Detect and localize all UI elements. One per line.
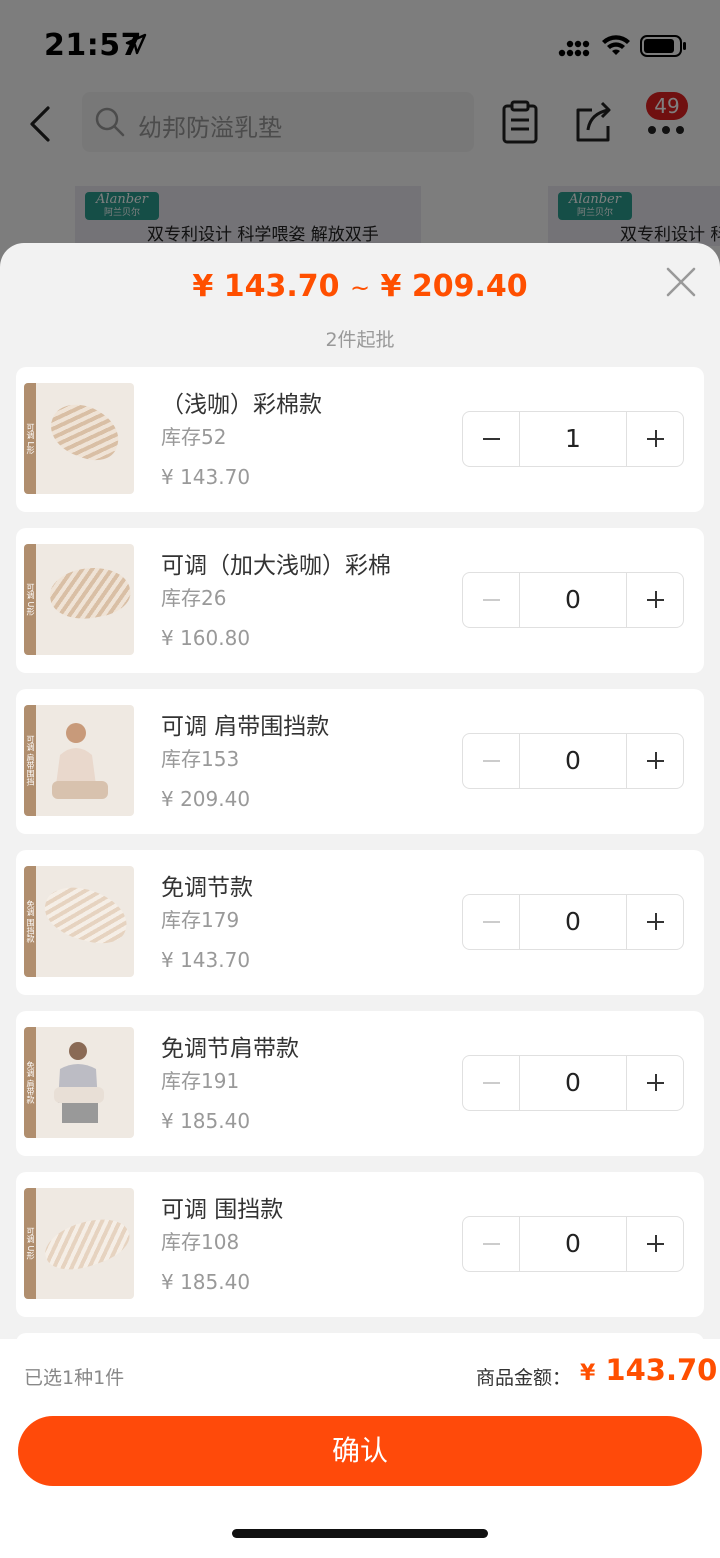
sku-price: ¥ 143.70 <box>161 465 251 489</box>
quantity-value[interactable]: 1 <box>520 412 626 466</box>
sku-stock: 库存179 <box>161 908 240 932</box>
quantity-value[interactable]: 0 <box>520 734 626 788</box>
increment-button[interactable] <box>626 412 683 466</box>
confirm-button[interactable]: 确认 <box>18 1416 702 1486</box>
sku-price: ¥ 160.80 <box>161 626 251 650</box>
increment-button[interactable] <box>626 1056 683 1110</box>
price-range: ¥ 143.70 ~ ¥ 209.40 <box>0 269 720 304</box>
sku-name: （浅咖）彩棉款 <box>161 392 322 418</box>
selected-summary: 已选1种1件 <box>24 1367 125 1389</box>
sku-price: ¥ 185.40 <box>161 1270 251 1294</box>
price-min: ¥ 143.70 <box>192 269 340 304</box>
quantity-stepper: 0 <box>462 733 684 789</box>
sku-card: 可调 肩带围挡 可调 肩带围挡款 库存153 ¥ 209.40 0 <box>16 689 704 834</box>
quantity-stepper: 0 <box>462 1055 684 1111</box>
sku-card: 免调 肩带款 免调节肩带款 库存191 ¥ 185.40 0 <box>16 1011 704 1156</box>
decrement-button[interactable] <box>463 1217 520 1271</box>
sheet-footer: 已选1种1件 商品金额： ¥ 143.70 确认 <box>0 1339 720 1558</box>
sku-image: 可调 肩带围挡 <box>24 705 134 816</box>
increment-button[interactable] <box>626 734 683 788</box>
price-separator: ~ <box>349 274 371 302</box>
quantity-stepper: 0 <box>462 572 684 628</box>
decrement-button[interactable] <box>463 573 520 627</box>
minimum-order: 2件起批 <box>325 329 395 351</box>
sku-stock: 库存108 <box>161 1230 240 1254</box>
sku-price: ¥ 143.70 <box>161 948 251 972</box>
price-max: ¥ 209.40 <box>380 269 528 304</box>
increment-button[interactable] <box>626 573 683 627</box>
quantity-value[interactable]: 0 <box>520 1217 626 1271</box>
sheet-header: ¥ 143.70 ~ ¥ 209.40 2件起批 <box>0 243 720 363</box>
quantity-value[interactable]: 0 <box>520 573 626 627</box>
decrement-button[interactable] <box>463 895 520 949</box>
increment-button[interactable] <box>626 1217 683 1271</box>
quantity-value[interactable]: 0 <box>520 1056 626 1110</box>
sku-name: 可调（加大浅咖）彩棉 <box>161 553 391 579</box>
quantity-stepper: 0 <box>462 1216 684 1272</box>
sku-name: 可调 围挡款 <box>161 1197 284 1223</box>
close-icon[interactable] <box>664 265 698 299</box>
sku-price: ¥ 185.40 <box>161 1109 251 1133</box>
sku-card: 可调 U形 可调（加大浅咖）彩棉 库存26 ¥ 160.80 0 <box>16 528 704 673</box>
sku-image: 免调 围挡款 <box>24 866 134 977</box>
quantity-stepper: 1 <box>462 411 684 467</box>
sku-image: 免调 肩带款 <box>24 1027 134 1138</box>
decrement-button[interactable] <box>463 1056 520 1110</box>
decrement-button[interactable] <box>463 734 520 788</box>
total-label: 商品金额： <box>476 1367 572 1389</box>
decrement-button[interactable] <box>463 412 520 466</box>
sku-image: 可调 U形 <box>24 1188 134 1299</box>
total-amount: ¥ 143.70 <box>580 1353 718 1387</box>
sku-name: 可调 肩带围挡款 <box>161 714 330 740</box>
sku-image: 可调 L形 <box>24 383 134 494</box>
increment-button[interactable] <box>626 895 683 949</box>
sku-name: 免调节肩带款 <box>161 1036 299 1062</box>
quantity-value[interactable]: 0 <box>520 895 626 949</box>
sku-name: 免调节款 <box>161 875 253 901</box>
sku-selector-sheet: ¥ 143.70 ~ ¥ 209.40 2件起批 可调 L形 （浅咖）彩棉款 库… <box>0 243 720 1558</box>
sku-image: 可调 U形 <box>24 544 134 655</box>
sku-card: 免调 围挡款 免调节款 库存179 ¥ 143.70 0 <box>16 850 704 995</box>
sku-price: ¥ 209.40 <box>161 787 251 811</box>
home-indicator <box>232 1529 488 1538</box>
sku-stock: 库存26 <box>161 586 227 610</box>
sku-card: 可调 L形 （浅咖）彩棉款 库存52 ¥ 143.70 1 <box>16 367 704 512</box>
sku-stock: 库存52 <box>161 425 227 449</box>
sku-stock: 库存191 <box>161 1069 240 1093</box>
sku-card: 可调 U形 可调 围挡款 库存108 ¥ 185.40 0 <box>16 1172 704 1317</box>
quantity-stepper: 0 <box>462 894 684 950</box>
sku-stock: 库存153 <box>161 747 240 771</box>
